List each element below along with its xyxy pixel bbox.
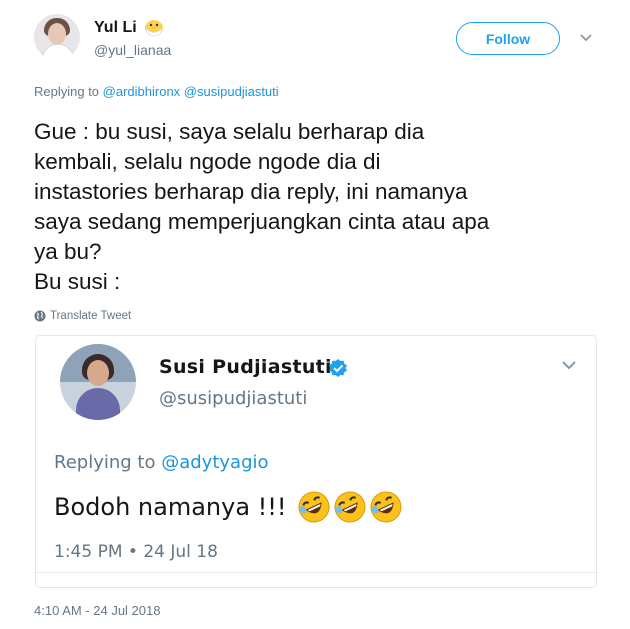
embedded-tweet-message: Bodoh namanya !!! (54, 493, 287, 521)
embedded-reply-context: Replying to @adytyagio (54, 452, 269, 473)
rolling-on-floor-laughing-icon (334, 491, 366, 523)
embedded-tweet-image[interactable]: Susi Pudjiastuti @susipudjiastuti Replyi… (35, 335, 597, 588)
embedded-username: @susipudjiastuti (159, 388, 308, 409)
embedded-reply-handle: @adytyagio (161, 452, 269, 473)
divider (36, 572, 596, 573)
author-display-name[interactable]: Yul Li (94, 19, 137, 37)
chevron-down-icon (562, 361, 576, 370)
embedded-tweet-text: Bodoh namanya !!! (54, 490, 403, 524)
translate-tweet-link[interactable]: Translate Tweet (34, 310, 131, 322)
rolling-on-floor-laughing-icon (370, 491, 402, 523)
tweet-timestamp[interactable]: 4:10 AM - 24 Jul 2018 (34, 603, 160, 618)
author-avatar[interactable] (34, 14, 80, 60)
reply-handle-link[interactable]: @susipudjiastuti (184, 84, 279, 99)
follow-button[interactable]: Follow (456, 22, 560, 55)
tweet-text: Gue : bu susi, saya selalu berharap dia … (34, 119, 490, 294)
embedded-tweet-time: 1:45 PM • 24 Jul 18 (54, 542, 218, 562)
reply-prefix: Replying to (34, 84, 100, 99)
chick-icon (145, 20, 163, 37)
reply-context: Replying to @ardibhironx @susipudjiastut… (34, 84, 279, 99)
author-username[interactable]: @yul_lianaa (94, 42, 171, 58)
translate-label[interactable]: Translate Tweet (50, 310, 131, 322)
chevron-down-icon[interactable] (579, 33, 593, 43)
embedded-display-name: Susi Pudjiastuti (159, 356, 332, 378)
globe-icon (34, 310, 46, 322)
reply-handle-link[interactable]: @ardibhironx (103, 84, 181, 99)
rolling-on-floor-laughing-icon (298, 491, 330, 523)
embedded-reply-prefix: Replying to (54, 452, 156, 473)
verified-badge-icon (329, 359, 347, 377)
embedded-author-avatar (60, 344, 136, 420)
